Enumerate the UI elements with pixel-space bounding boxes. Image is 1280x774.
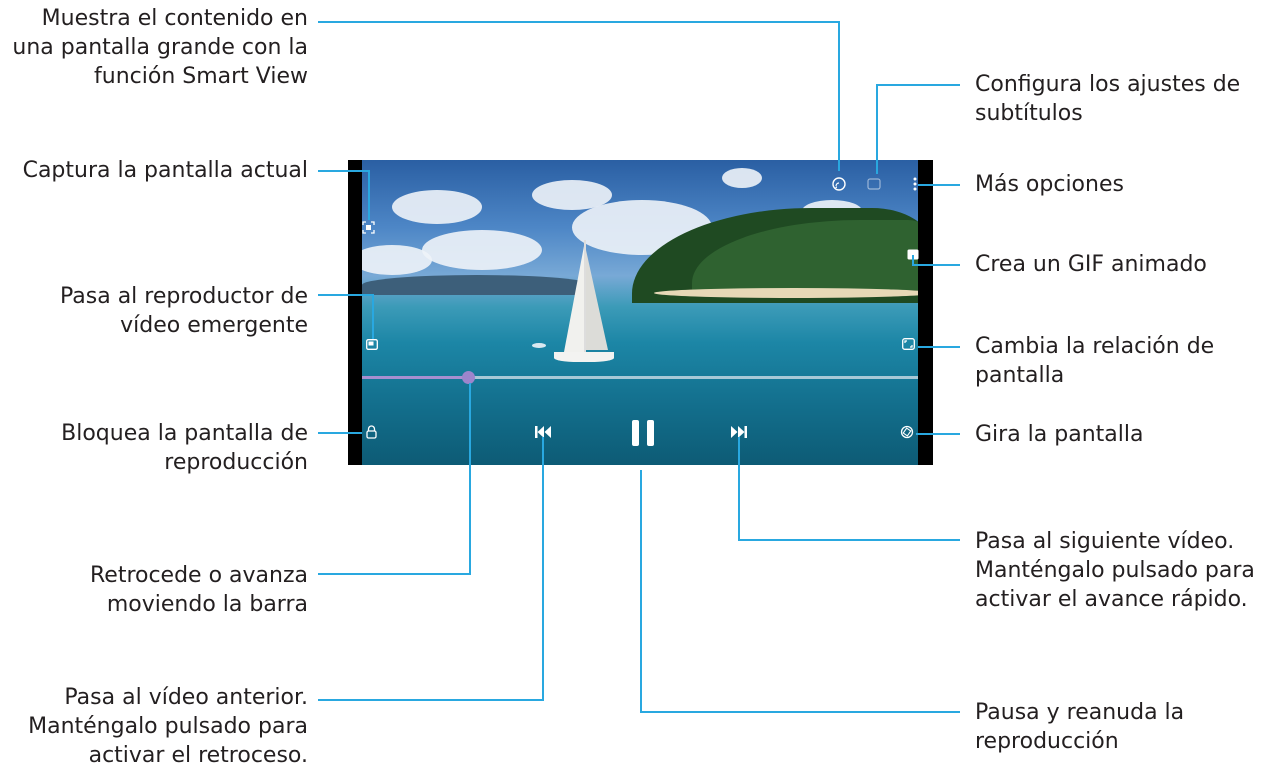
callout-pause: Pausa y reanuda la reproducción [975, 700, 1185, 754]
callout-gif: Crea un GIF animado [975, 252, 1207, 277]
capture-icon[interactable] [360, 219, 376, 235]
callout-subtitles: Configura los ajustes de subtítulos [975, 72, 1241, 126]
callout-ratio: Cambia la relación de pantalla [975, 334, 1215, 388]
callout-rotate: Gira la pantalla [975, 422, 1144, 447]
callout-previous: Pasa al vídeo anterior. Manténgalo pulsa… [28, 685, 308, 768]
callout-smart-view: Muestra el contenido en una pantalla gra… [12, 6, 308, 89]
smart-view-icon[interactable] [830, 175, 848, 193]
callout-capture: Captura la pantalla actual [22, 158, 308, 183]
pause-icon[interactable] [626, 418, 660, 448]
callout-popup-player: Pasa al reproductor de vídeo emergente [60, 284, 308, 338]
rotate-icon[interactable] [898, 423, 916, 441]
callout-lock: Bloquea la pantalla de reproducción [61, 421, 308, 475]
callout-next: Pasa al siguiente vídeo. Manténgalo puls… [975, 529, 1255, 612]
callout-seek: Retrocede o avanza moviendo la barra [89, 563, 308, 617]
video-player-screen [348, 160, 933, 465]
subtitles-icon[interactable] [865, 175, 883, 193]
lock-icon[interactable] [362, 423, 380, 441]
seek-bar[interactable] [362, 371, 918, 384]
aspect-ratio-icon[interactable] [900, 336, 916, 352]
seek-progress [362, 376, 468, 379]
sailboat [554, 240, 614, 380]
callout-more: Más opciones [975, 172, 1124, 197]
